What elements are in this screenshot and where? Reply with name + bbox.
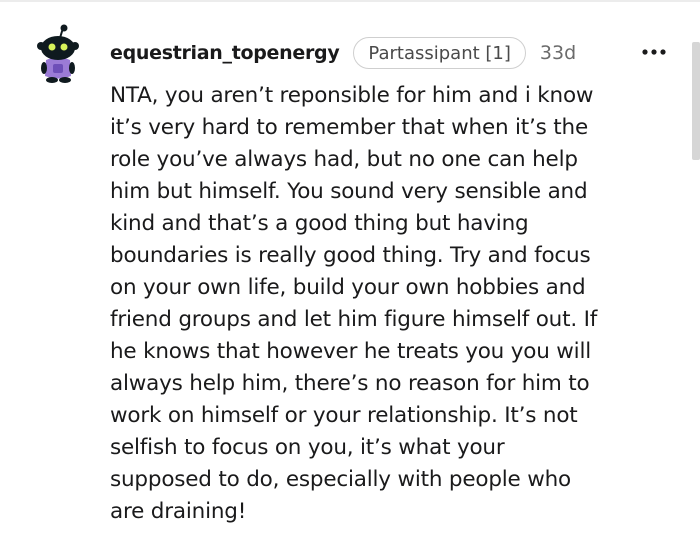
- comment-body-line: supposed to do, especially with people w…: [110, 467, 571, 492]
- comment-body: NTA, you aren’t reponsible for him and i…: [110, 80, 670, 528]
- comment-body-line: on your own life, build your own hobbies…: [110, 275, 586, 300]
- comment-body-line: kind and that’s a good thing but having: [110, 211, 529, 236]
- comment-body-line: are draining!: [110, 499, 247, 524]
- comment-body-line: always help him, there’s no reason for h…: [110, 371, 590, 396]
- comment-screen: equestrian_topenergy Partassipant [1] 33…: [0, 0, 700, 550]
- comment-body-line: work on himself or your relationship. It…: [110, 403, 578, 428]
- comment-body-line: he knows that however he treats you you …: [110, 339, 591, 364]
- comment-body-line: role you’ve always had, but no one can h…: [110, 147, 578, 172]
- comment-body-line: him but himself. You sound very sensible…: [110, 179, 588, 204]
- comment-body-line: NTA, you aren’t reponsible for him and i…: [110, 83, 594, 108]
- more-options-icon[interactable]: [640, 40, 668, 64]
- comment-body-line: selfish to focus on you, it’s what your: [110, 435, 505, 460]
- user-flair-badge: Partassipant [1]: [353, 37, 526, 69]
- top-divider: [0, 0, 700, 2]
- comment-age: 33d: [539, 42, 577, 64]
- snoo-avatar-icon[interactable]: [32, 24, 84, 84]
- comment-header: equestrian_topenergy Partassipant [1] 33…: [110, 35, 576, 71]
- comment-body-line: boundaries is really good thing. Try and…: [110, 243, 591, 268]
- scrollbar[interactable]: [692, 42, 700, 160]
- comment-body-line: friend groups and let him figure himself…: [110, 307, 598, 332]
- comment-body-line: it’s very hard to remember that when it’…: [110, 115, 588, 140]
- comment-author[interactable]: equestrian_topenergy: [110, 42, 340, 64]
